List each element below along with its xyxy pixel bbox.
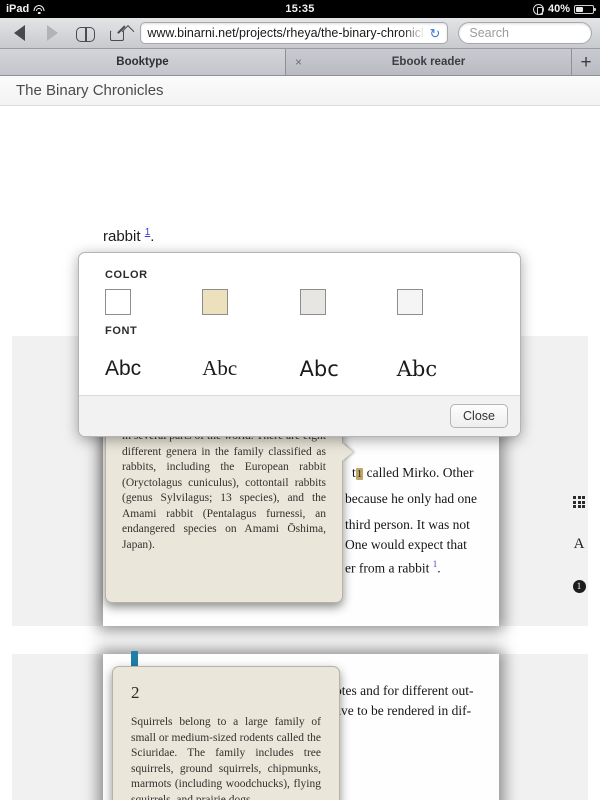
font-sample-row: Abc Abc Abc Abc [105,337,494,381]
appearance-dialog-body: COLOR FONT Abc Abc Abc Abc [79,253,520,395]
footnotes-info-button[interactable]: 1 [558,565,600,607]
bookmarks-button[interactable] [74,22,97,44]
block1-line-2: because he only had one [345,491,477,506]
browser-toolbar: www.binarni.net/projects/rheya/the-binar… [0,18,600,49]
color-section-label: COLOR [105,269,148,281]
block1-line-3: third person. It was not [345,517,470,532]
tab-bar: Booktype × Ebook reader + [0,49,600,76]
rotation-lock-icon [532,3,544,15]
status-bar-clock: 15:35 [285,3,315,15]
back-button[interactable] [8,22,31,44]
lead-period: . [150,228,155,245]
battery-percent-label: 40% [547,3,570,15]
battery-icon [574,4,596,14]
font-option-serif-2[interactable]: Abc [397,357,494,381]
search-placeholder: Search [469,26,509,40]
lead-text: rabbit [103,228,141,245]
block2-line-1: otes and for different out- [335,683,474,698]
footnote-popup-2[interactable]: 2 Squirrels belong to a large family of … [112,666,340,800]
forward-arrow-icon [47,25,59,41]
font-option-sans-1[interactable]: Abc [105,357,202,381]
ipad-safari-screen: iPad 15:35 40% www.binarni.net/projects/… [0,0,600,800]
font-a-icon: A [573,535,585,552]
color-swatch-light-grey[interactable] [299,289,326,315]
footnote-popup-2-text: Squirrels belong to a large family of sm… [131,716,321,800]
address-bar[interactable]: www.binarni.net/projects/rheya/the-binar… [140,22,449,44]
tab-ebook-reader[interactable]: × Ebook reader [286,49,572,75]
info-circle-icon: 1 [572,579,586,593]
tab-label: Booktype [116,56,169,68]
text-fragment: . [437,560,441,576]
status-bar-right: 40% [532,3,596,15]
appearance-dialog[interactable]: COLOR FONT Abc Abc Abc Abc Close [78,252,521,437]
ios-status-bar: iPad 15:35 40% [0,0,600,18]
color-swatch-row [105,289,494,315]
page-title: The Binary Chronicles [0,76,600,106]
color-swatch-cell[interactable] [202,289,299,315]
close-button[interactable]: Close [450,404,508,428]
color-swatch-cell[interactable] [105,289,202,315]
block2-line-3: bbit1 called Mirko. Other [332,796,490,800]
block2-line-2: ave to be rendered in dif- [335,703,472,718]
block1-line-1: t1 called Mirko. Other [352,463,486,484]
color-swatch-white[interactable] [105,289,131,315]
new-tab-button[interactable]: + [572,49,600,75]
tab-booktype[interactable]: Booktype [0,49,286,75]
text-fragment: called Mirko. Other [363,465,474,480]
forward-button[interactable] [41,22,64,44]
back-arrow-icon [14,25,26,41]
font-option-serif-1[interactable]: Abc [202,356,299,381]
share-icon [109,25,135,41]
footnote-popup-2-number: 2 [131,683,140,702]
block1-line-5: er from a rabbit 1. [345,555,490,578]
reload-icon[interactable]: ↻ [428,27,441,40]
address-bar-url: www.binarni.net/projects/rheya/the-binar… [147,26,426,40]
popup-tail-icon [342,443,353,461]
footnote-popup-1-text: in several parts of the world. There are… [122,430,326,551]
appearance-dialog-footer: Close [79,395,520,436]
color-swatch-cell[interactable] [396,289,494,315]
lead-paragraph: rabbit 1. [103,224,154,245]
book-icon [76,26,96,42]
color-swatch-cell[interactable] [299,289,397,315]
close-icon[interactable]: × [295,56,302,68]
font-option-sans-2[interactable]: Abc [300,357,397,381]
text-fragment: er from a rabbit [345,560,433,576]
grid-view-button[interactable] [558,481,600,523]
block1-line-4: One would expect that [345,537,467,552]
tab-label: Ebook reader [391,56,466,68]
reader-tool-rail: A 1 [558,481,600,607]
search-field[interactable]: Search [458,22,592,44]
grid-icon [573,496,585,508]
share-button[interactable] [107,22,135,44]
page-content: rabbit 1. t1 called Mirko. Other because… [0,106,600,800]
font-section-label: FONT [105,325,138,337]
color-swatch-off-white[interactable] [396,289,423,315]
color-swatch-cream[interactable] [202,289,229,315]
font-settings-button[interactable]: A [558,523,600,565]
